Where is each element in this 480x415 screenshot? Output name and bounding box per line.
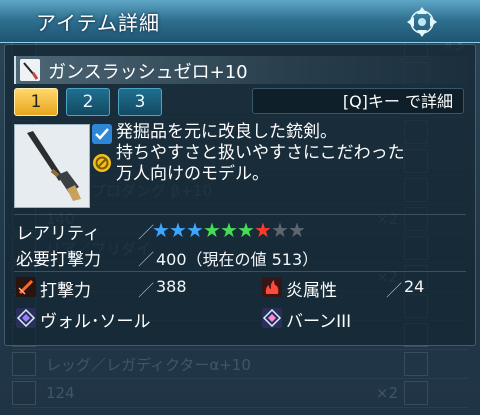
item-name-bar: ガンスラッシュゼロ+10 bbox=[14, 56, 468, 84]
description-line: 発掘品を元に改良した銃剣。 bbox=[116, 122, 337, 142]
rarity-star-icon: ★ bbox=[220, 218, 238, 242]
latent-ability-icon bbox=[16, 308, 36, 328]
slash: ／ bbox=[138, 250, 155, 269]
rarity-star-icon: ★ bbox=[186, 218, 204, 242]
rarity-star-icon: ★ bbox=[152, 218, 170, 242]
rarity-star-icon: ★ bbox=[288, 218, 306, 242]
description-line: 持ちやすさと扱いやすさにこだわった bbox=[116, 143, 405, 163]
background-item-text: 124 bbox=[46, 384, 75, 402]
window-title: アイテム詳細 bbox=[36, 11, 160, 35]
rarity-star-icon: ★ bbox=[237, 218, 255, 242]
rarity-stars: ★ ★ ★ ★ ★ ★ ★ ★ ★ bbox=[152, 218, 306, 242]
weapon-image-icon bbox=[14, 124, 90, 208]
background-slot bbox=[404, 352, 428, 376]
item-name: ガンスラッシュゼロ+10 bbox=[48, 62, 248, 83]
potential-1: ヴォル･ソール bbox=[40, 312, 151, 332]
window-title-bar[interactable]: アイテム詳細 bbox=[0, 0, 480, 43]
required-attack-label: 必要打撃力 bbox=[16, 250, 101, 270]
required-attack-value: 400（現在の値 513） bbox=[156, 250, 319, 269]
move-icon[interactable] bbox=[403, 4, 441, 40]
fire-element-icon bbox=[262, 277, 282, 297]
rarity-star-icon: ★ bbox=[203, 218, 221, 242]
gunslash-icon bbox=[20, 59, 40, 81]
detail-button[interactable]: [Q]キー で詳細 bbox=[252, 88, 464, 114]
slash: ／ bbox=[138, 281, 155, 300]
rarity-label: レアリティ bbox=[16, 224, 100, 244]
tab-1[interactable]: 1 bbox=[14, 88, 58, 116]
rarity-star-icon: ★ bbox=[271, 218, 289, 242]
attack-value: 388 bbox=[156, 277, 187, 296]
background-quantity: ×2 bbox=[375, 384, 398, 402]
no-sell-icon bbox=[93, 154, 111, 172]
slash: ／ bbox=[386, 281, 403, 300]
background-item-text: レッグ／レガディクターα+10 bbox=[46, 355, 251, 374]
attack-label: 打撃力 bbox=[40, 281, 91, 301]
item-description: 発掘品を元に改良した銃剣。 持ちやすさと扱いやすさにこだわった 万人向けのモデル… bbox=[116, 122, 405, 185]
background-list-row: 124 ×2 bbox=[12, 379, 468, 408]
background-slot bbox=[12, 352, 36, 376]
background-list-row: レッグ／レガディクターα+10 bbox=[12, 350, 468, 379]
checkbox-icon bbox=[92, 124, 112, 144]
rarity-star-icon: ★ bbox=[254, 218, 272, 242]
attack-icon bbox=[16, 277, 36, 297]
divider bbox=[14, 271, 466, 272]
potential-2: バーンIII bbox=[286, 312, 352, 332]
background-slot bbox=[12, 381, 36, 405]
background-slot bbox=[404, 381, 428, 405]
description-line: 万人向けのモデル。 bbox=[116, 164, 269, 184]
tab-2[interactable]: 2 bbox=[66, 88, 110, 116]
rarity-star-icon: ★ bbox=[169, 218, 187, 242]
element-label: 炎属性 bbox=[286, 281, 337, 301]
element-value: 24 bbox=[404, 277, 425, 296]
divider bbox=[14, 214, 466, 215]
special-ability-icon bbox=[262, 308, 282, 328]
tab-3[interactable]: 3 bbox=[118, 88, 162, 116]
